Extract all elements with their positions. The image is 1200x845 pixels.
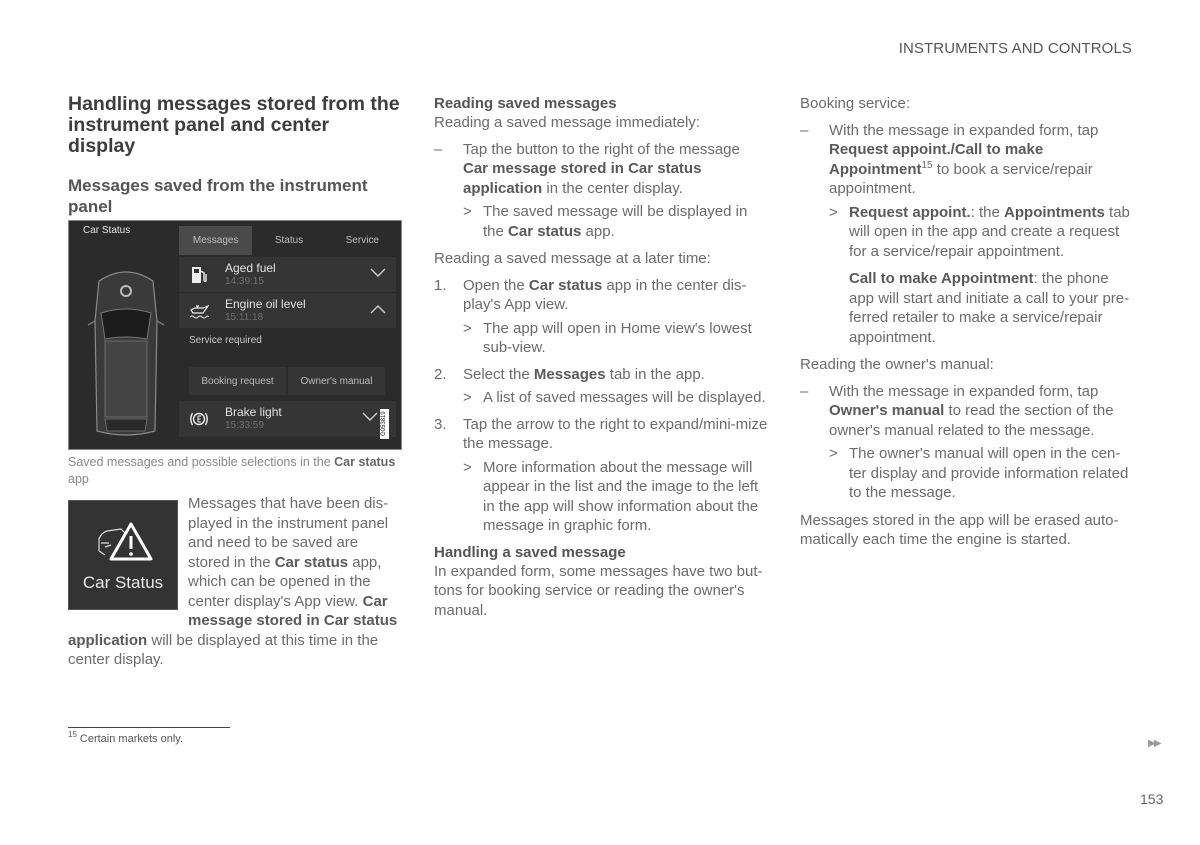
manual-step: – With the message in expanded form, tap… bbox=[800, 382, 1135, 503]
intro-paragraph: Car Status Messages that have been dis-p… bbox=[68, 488, 400, 670]
message-title: Brake light bbox=[225, 405, 282, 419]
car-status-screenshot: Car Status Messages Status Service Aged … bbox=[68, 220, 402, 450]
tab-status[interactable]: Status bbox=[252, 226, 325, 255]
oil-can-icon bbox=[189, 304, 209, 319]
step-result: > The app will open in Home view's lowest… bbox=[463, 319, 752, 357]
brake-warning-icon bbox=[190, 412, 208, 426]
booking-intro: Booking service: bbox=[800, 95, 911, 112]
message-time: 14:39:15 bbox=[225, 276, 264, 287]
heading-reading-saved-messages: Reading saved messages bbox=[434, 95, 617, 112]
step-2: 2. Select the Messages tab in the app. >… bbox=[434, 365, 768, 408]
footnote-divider bbox=[68, 727, 230, 728]
message-actions: Booking request Owner's manual bbox=[189, 367, 385, 395]
handling-text: In expanded form, some messages have two… bbox=[434, 562, 763, 619]
step-result-2: Call to make Appointment: the phone app … bbox=[849, 270, 1130, 346]
footnote: 15 Certain markets only. bbox=[68, 730, 184, 745]
column-middle: Reading saved messages Reading a saved m… bbox=[434, 94, 768, 620]
column-right: Booking service: – With the message in e… bbox=[800, 94, 1135, 550]
message-time: 15:11:18 bbox=[225, 312, 264, 323]
image-code: G053819 bbox=[380, 409, 389, 439]
column-left: Handling messages stored from the instru… bbox=[68, 93, 402, 670]
app-icon-label: Car Status bbox=[82, 573, 164, 592]
continue-arrow-icon: ▶▶ bbox=[1148, 738, 1161, 749]
chevron-up-icon[interactable] bbox=[370, 304, 386, 314]
tab-service[interactable]: Service bbox=[326, 226, 399, 255]
page-title: Handling messages stored from the instru… bbox=[68, 93, 400, 157]
car-warning-icon bbox=[98, 522, 153, 561]
step-result: > More information about the message will… bbox=[463, 458, 759, 535]
fuel-pump-icon bbox=[192, 267, 207, 283]
app-title: Car Status bbox=[83, 225, 131, 236]
heading-handling-saved-message: Handling a saved message bbox=[434, 543, 626, 561]
message-item-aged-fuel[interactable]: Aged fuel 14:39:15 bbox=[179, 257, 396, 292]
footnote-ref: 15 bbox=[921, 159, 933, 171]
booking-request-button[interactable]: Booking request bbox=[189, 367, 286, 395]
step-result: > Request appoint.: the Appointments tab … bbox=[829, 203, 1130, 260]
message-detail-text: Service required bbox=[189, 335, 262, 346]
closing-text: Messages stored in the app will be erase… bbox=[800, 511, 1119, 549]
section-header: INSTRUMENTS AND CONTROLS bbox=[898, 40, 1132, 57]
owners-manual-button[interactable]: Owner's manual bbox=[288, 367, 385, 395]
chevron-down-icon[interactable] bbox=[362, 412, 378, 422]
reading-later-intro: Reading a saved message at a later time: bbox=[434, 250, 711, 267]
message-time: 15:33:59 bbox=[225, 420, 264, 431]
section-subtitle: Messages saved from the instrument panel bbox=[68, 176, 368, 216]
tab-bar: Messages Status Service bbox=[179, 226, 399, 255]
page-number: 153 bbox=[1140, 791, 1164, 807]
booking-step: – With the message in expanded form, tap… bbox=[800, 121, 1135, 348]
step-dash: – Tap the button to the right of the mes… bbox=[434, 140, 768, 242]
message-item-brake-light[interactable]: Brake light 15:33:59 bbox=[179, 401, 396, 437]
message-title: Engine oil level bbox=[225, 297, 306, 311]
message-title: Aged fuel bbox=[225, 261, 276, 275]
message-item-engine-oil[interactable]: Engine oil level 15:11:18 bbox=[179, 293, 396, 328]
reading-immediately-intro: Reading a saved message immediately: bbox=[434, 114, 700, 131]
figure-caption: Saved messages and possible selections i… bbox=[68, 455, 396, 486]
chevron-down-icon[interactable] bbox=[370, 268, 386, 278]
step-result: > A list of saved messages will be displa… bbox=[463, 389, 766, 406]
car-status-app-icon: Car Status bbox=[68, 500, 178, 610]
step-3: 3. Tap the arrow to the right to expand/… bbox=[434, 415, 768, 535]
tab-messages[interactable]: Messages bbox=[179, 226, 253, 255]
step-result: > The owner's manual will open in the cen… bbox=[829, 445, 1129, 501]
step-1: 1. Open the Car status app in the center… bbox=[434, 276, 768, 358]
step-result: > The saved message will be displayed in … bbox=[463, 203, 748, 240]
car-top-view-icon bbox=[87, 271, 165, 436]
manual-intro: Reading the owner's manual: bbox=[800, 356, 994, 373]
